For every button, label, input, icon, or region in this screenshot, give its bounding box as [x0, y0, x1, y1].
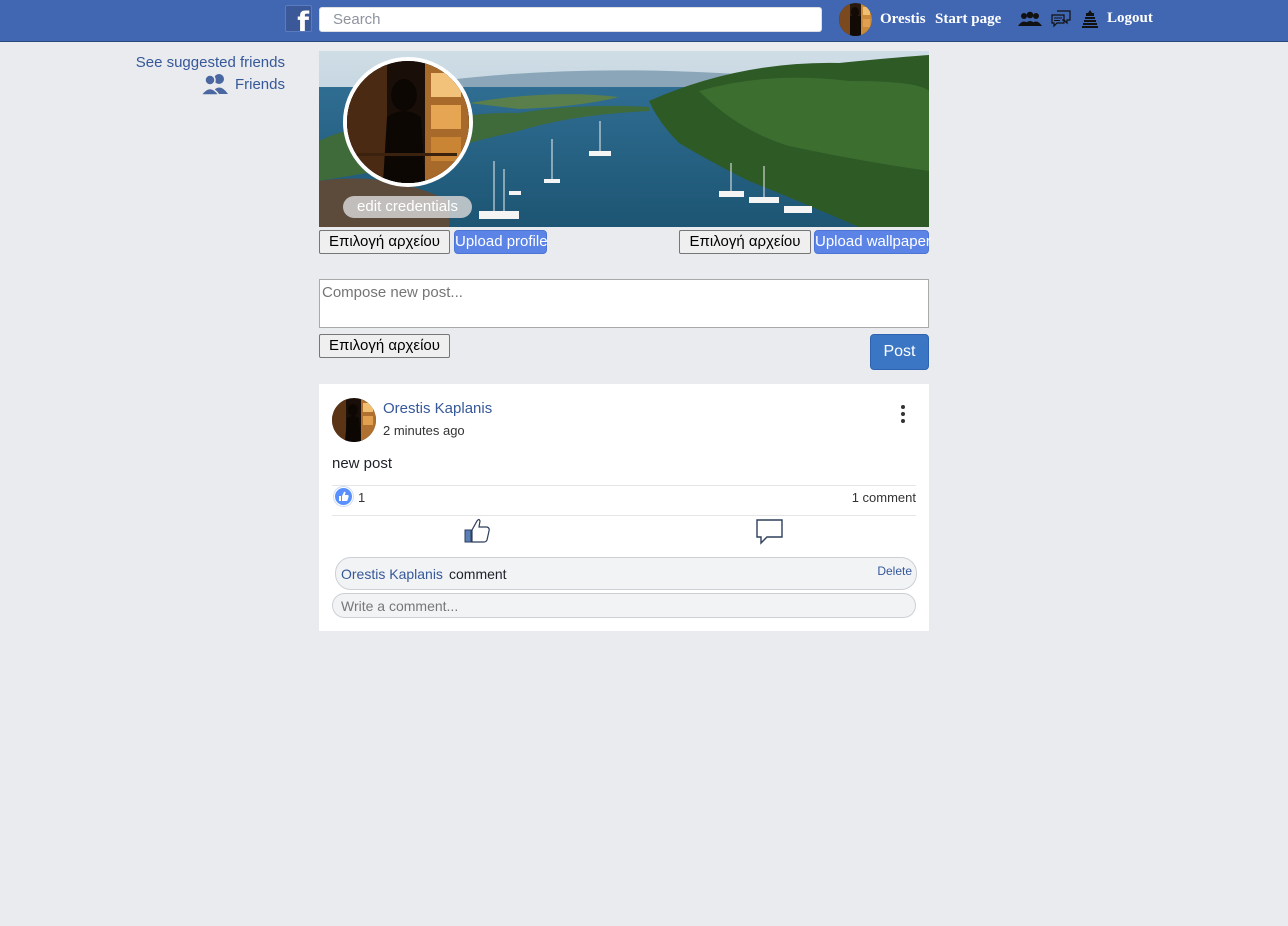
post-timestamp: 2 minutes ago: [383, 423, 465, 438]
friends-link[interactable]: Friends: [235, 76, 285, 93]
like-reaction-icon: [334, 487, 353, 506]
upload-profile-button[interactable]: Upload profile: [454, 230, 548, 254]
comment-bubble-icon[interactable]: [755, 518, 785, 546]
notifications-icon[interactable]: [1081, 9, 1105, 29]
write-comment-input[interactable]: [332, 593, 916, 618]
choose-profile-file-button[interactable]: Επιλογή αρχείου: [319, 230, 450, 254]
profile-name-link[interactable]: Orestis: [880, 11, 926, 28]
logout-link[interactable]: Logout: [1107, 10, 1153, 27]
choose-post-file-button[interactable]: Επιλογή αρχείου: [319, 334, 450, 358]
messages-icon[interactable]: [1050, 9, 1074, 29]
search-input[interactable]: [319, 7, 822, 32]
comment-author-link[interactable]: Orestis Kaplanis: [341, 566, 443, 582]
compose-post-textarea[interactable]: [319, 279, 929, 328]
comment-text: comment: [449, 566, 507, 582]
profile-picture: [343, 57, 473, 187]
friends-icon[interactable]: [199, 73, 229, 96]
user-avatar[interactable]: [839, 3, 872, 36]
like-count[interactable]: 1: [358, 490, 365, 505]
post-text: new post: [332, 455, 393, 472]
post-card: Orestis Kaplanis 2 minutes ago new post …: [319, 384, 929, 631]
friends-requests-icon[interactable]: [1017, 9, 1042, 29]
post-options-menu-icon[interactable]: [893, 403, 913, 425]
upload-wallpaper-button[interactable]: Upload wallpaper: [814, 230, 931, 254]
edit-credentials-button[interactable]: edit credentials: [343, 196, 472, 218]
facebook-logo-icon[interactable]: f: [285, 5, 312, 32]
see-suggested-friends-link[interactable]: See suggested friends: [136, 54, 285, 71]
start-page-link[interactable]: Start page: [935, 11, 1001, 28]
choose-wallpaper-file-button[interactable]: Επιλογή αρχείου: [679, 230, 811, 254]
post-author-avatar[interactable]: [332, 398, 376, 442]
divider: [332, 515, 916, 516]
delete-comment-button[interactable]: Delete: [877, 564, 912, 578]
top-navbar: f Orestis Start page: [0, 0, 1288, 42]
like-thumbs-up-icon[interactable]: [463, 517, 493, 545]
post-author-link[interactable]: Orestis Kaplanis: [383, 400, 492, 417]
divider: [332, 485, 916, 486]
comment-count[interactable]: 1 comment: [852, 490, 916, 505]
post-button[interactable]: Post: [870, 334, 929, 370]
comment-item: Orestis Kaplanis comment Delete: [335, 557, 917, 590]
